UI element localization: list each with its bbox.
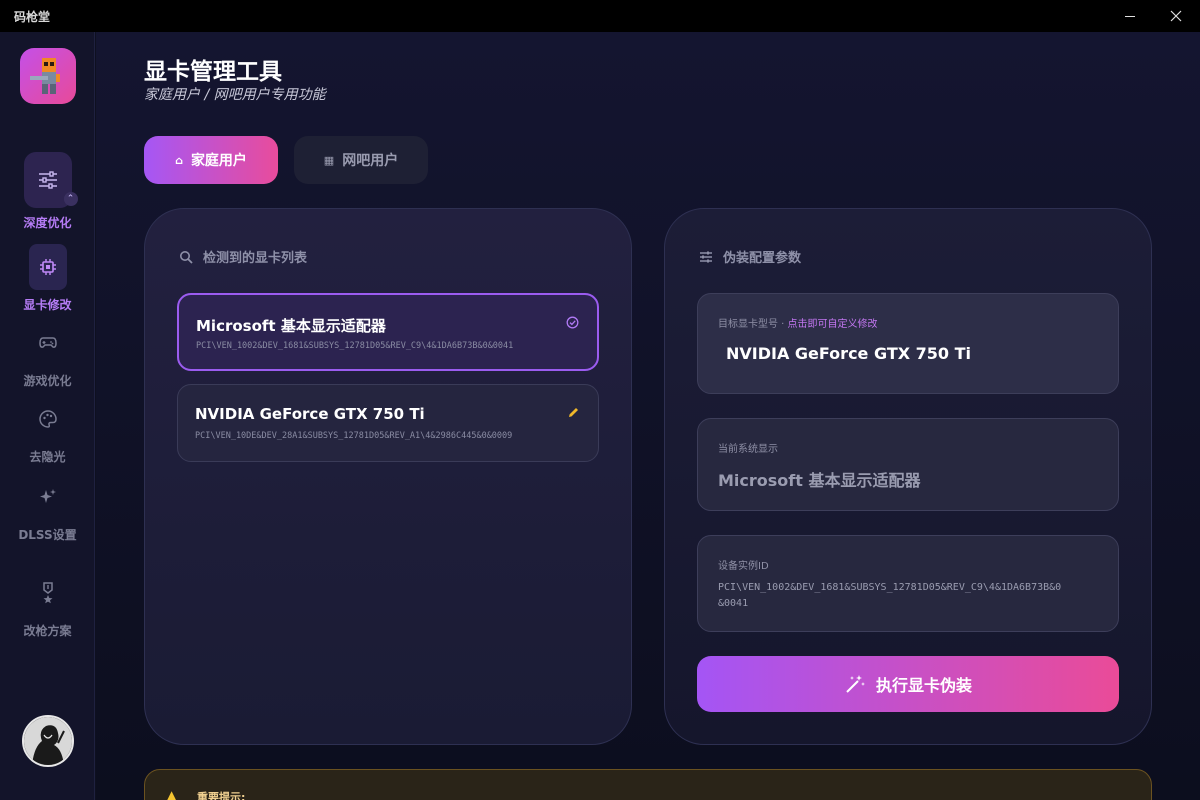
page-title: 显卡管理工具 bbox=[144, 59, 282, 85]
sliders-icon bbox=[38, 171, 57, 189]
field-label-text: 目标显卡型号 · bbox=[718, 319, 788, 330]
sidebar-item-game-optimize[interactable]: 游戏优化 bbox=[0, 320, 95, 389]
current-display-label: 当前系统显示 bbox=[718, 444, 778, 455]
nav-icon-box bbox=[25, 396, 71, 442]
gpu-card[interactable]: NVIDIA GeForce GTX 750 Ti PCI\VEN_10DE&D… bbox=[177, 384, 599, 462]
tab-internet-cafe-user[interactable]: ▦ 网吧用户 bbox=[294, 136, 428, 184]
instance-line: PCI\VEN_1002&DEV_1681&SUBSYS_12781D05&RE… bbox=[718, 582, 1062, 593]
app-title: 码枪堂 bbox=[14, 9, 51, 24]
target-gpu-label: 目标显卡型号 · 点击即可自定义修改 bbox=[718, 315, 878, 330]
sidebar-item-label: 改枪方案 bbox=[23, 624, 72, 638]
sidebar-item-gpu-modify[interactable]: 显卡修改 bbox=[0, 244, 95, 313]
search-icon bbox=[180, 250, 193, 264]
store-icon: ▦ bbox=[323, 153, 335, 167]
sidebar-item-gun-plan[interactable]: 改枪方案 bbox=[0, 570, 95, 639]
gpu-device-id: PCI\VEN_10DE&DEV_28A1&SUBSYS_12781D05&RE… bbox=[195, 431, 513, 441]
user-avatar-icon bbox=[24, 717, 72, 765]
close-button[interactable] bbox=[1153, 0, 1199, 32]
sidebar-item-label: 显卡修改 bbox=[23, 298, 72, 312]
sidebar-item-label: DLSS设置 bbox=[18, 528, 77, 542]
panel-heading-label: 伪装配置参数 bbox=[723, 251, 802, 266]
device-instance-label: 设备实例ID bbox=[718, 561, 769, 572]
execute-label: 执行显卡伪装 bbox=[875, 676, 972, 695]
avatar[interactable] bbox=[22, 715, 74, 767]
field-hint: 点击即可自定义修改 bbox=[787, 319, 878, 330]
notice-title: 重要提示: bbox=[197, 791, 246, 800]
sidebar-item-label: 游戏优化 bbox=[23, 374, 72, 388]
palette-icon bbox=[38, 410, 57, 428]
title-bar: 码枪堂 bbox=[0, 0, 1200, 32]
nav-icon-box bbox=[25, 320, 71, 366]
panel-heading-label: 检测到的显卡列表 bbox=[203, 251, 308, 266]
important-notice: ▲ 重要提示: bbox=[144, 769, 1152, 800]
sidebar-item-dlss[interactable]: DLSS设置 bbox=[0, 474, 95, 543]
warning-icon: ▲ bbox=[167, 788, 177, 800]
gamepad-icon bbox=[38, 337, 57, 348]
gpu-card[interactable]: Microsoft 基本显示适配器 PCI\VEN_1002&DEV_1681&… bbox=[177, 293, 599, 371]
sidebar: ⌃ 深度优化 显卡修改 游戏优化 去隐光 DLSS设置 改枪方案 bbox=[0, 32, 95, 800]
execute-spoof-button[interactable]: 执行显卡伪装 bbox=[697, 656, 1119, 712]
instance-line: &0041 bbox=[718, 598, 749, 609]
target-gpu-field[interactable]: 目标显卡型号 · 点击即可自定义修改 NVIDIA GeForce GTX 75… bbox=[697, 293, 1119, 394]
nav-icon-box: ⌃ bbox=[23, 152, 78, 208]
tab-label: 网吧用户 bbox=[342, 153, 399, 169]
current-display-field: 当前系统显示 Microsoft 基本显示适配器 bbox=[697, 418, 1119, 511]
app-logo bbox=[20, 48, 76, 104]
tab-label: 家庭用户 bbox=[190, 153, 247, 169]
page-subtitle: 家庭用户 / 网吧用户专用功能 bbox=[144, 87, 326, 103]
minimize-button[interactable] bbox=[1107, 0, 1153, 32]
chip-icon bbox=[39, 259, 56, 275]
tab-home-user[interactable]: ⌂ 家庭用户 bbox=[144, 136, 278, 184]
gpu-name: Microsoft 基本显示适配器 bbox=[196, 317, 386, 335]
gpu-device-id: PCI\VEN_1002&DEV_1681&SUBSYS_12781D05&RE… bbox=[196, 341, 514, 351]
medal-icon bbox=[42, 582, 53, 604]
current-display-value: Microsoft 基本显示适配器 bbox=[718, 471, 921, 490]
close-icon bbox=[1170, 10, 1182, 22]
panel-heading: 伪装配置参数 bbox=[699, 247, 801, 266]
sidebar-item-remove-glow[interactable]: 去隐光 bbox=[0, 396, 95, 465]
magic-wand-icon bbox=[846, 675, 865, 693]
main-content: 显卡管理工具 家庭用户 / 网吧用户专用功能 ⌂ 家庭用户 ▦ 网吧用户 检测到… bbox=[96, 32, 1200, 800]
panel-heading: 检测到的显卡列表 bbox=[179, 247, 307, 266]
nav-icon-box bbox=[28, 244, 67, 290]
nav-icon-box bbox=[25, 474, 71, 520]
device-instance-field: 设备实例ID PCI\VEN_1002&DEV_1681&SUBSYS_1278… bbox=[697, 535, 1119, 632]
home-icon: ⌂ bbox=[175, 153, 183, 167]
device-instance-value: PCI\VEN_1002&DEV_1681&SUBSYS_12781D05&RE… bbox=[718, 580, 1061, 612]
sidebar-item-deep-optimize[interactable]: ⌃ 深度优化 bbox=[0, 152, 95, 231]
sliders-icon bbox=[700, 251, 712, 262]
gpu-list-panel: 检测到的显卡列表 Microsoft 基本显示适配器 PCI\VEN_1002&… bbox=[144, 208, 632, 745]
sidebar-item-label: 去隐光 bbox=[29, 450, 66, 464]
chevron-up-icon[interactable]: ⌃ bbox=[63, 192, 78, 206]
target-gpu-value[interactable]: NVIDIA GeForce GTX 750 Ti bbox=[726, 344, 971, 363]
sidebar-item-label: 深度优化 bbox=[23, 216, 72, 230]
pixel-character-icon bbox=[30, 58, 60, 94]
sparkles-icon bbox=[39, 489, 56, 503]
nav-icon-box bbox=[25, 570, 71, 616]
gpu-name: NVIDIA GeForce GTX 750 Ti bbox=[195, 405, 425, 423]
check-circle-icon bbox=[566, 316, 579, 329]
config-panel: 伪装配置参数 目标显卡型号 · 点击即可自定义修改 NVIDIA GeForce… bbox=[664, 208, 1152, 745]
pencil-icon[interactable] bbox=[567, 406, 580, 419]
